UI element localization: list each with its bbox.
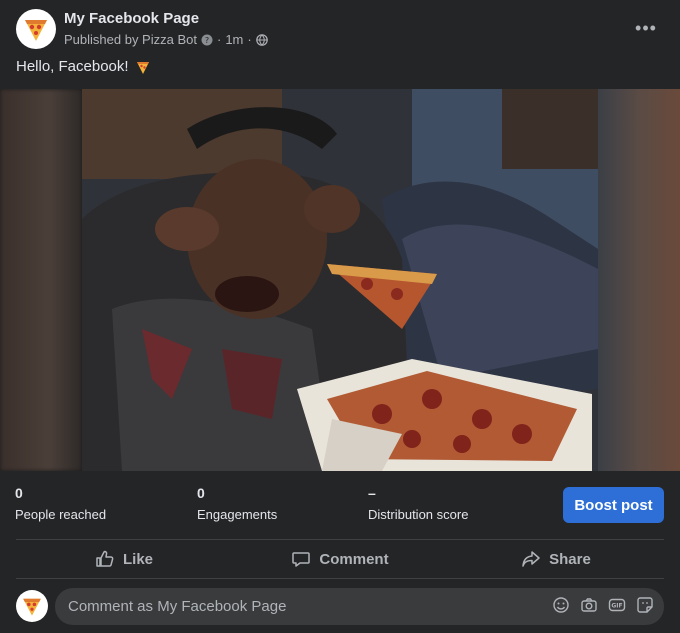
comment-label: Comment <box>319 550 389 568</box>
like-label: Like <box>122 550 153 568</box>
share-button[interactable]: Share <box>448 540 664 578</box>
sticker-icon[interactable] <box>636 596 654 614</box>
comment-composer[interactable]: GIF <box>55 588 664 625</box>
boost-post-button[interactable]: Boost post <box>563 487 664 523</box>
published-by-text: Published by Pizza Bot <box>64 32 197 47</box>
pizza-emoji-icon <box>136 61 149 74</box>
post-time[interactable]: 1m <box>225 32 243 47</box>
like-button[interactable]: Like <box>16 540 232 578</box>
distribution-score-value: – <box>368 485 376 501</box>
camera-icon[interactable] <box>580 596 598 614</box>
comment-icon <box>292 552 311 567</box>
comment-button[interactable]: Comment <box>232 540 448 578</box>
distribution-score-label: Distribution score <box>368 507 469 522</box>
post-message: Hello, Facebook! <box>16 58 129 75</box>
engagements-label: Engagements <box>197 507 278 522</box>
commenter-avatar[interactable] <box>16 590 48 622</box>
meta-separator: · <box>216 32 222 47</box>
share-label: Share <box>549 550 591 568</box>
media-blur-right <box>598 89 680 471</box>
emoji-icon[interactable] <box>552 596 570 614</box>
svg-text:?: ? <box>205 36 209 45</box>
help-icon[interactable]: ? <box>201 34 213 46</box>
engagements-stat[interactable]: 0 Engagements <box>197 485 277 522</box>
pizza-icon <box>25 20 47 41</box>
distribution-score-stat[interactable]: – Distribution score <box>368 485 468 522</box>
svg-text:GIF: GIF <box>611 603 622 610</box>
comment-input[interactable] <box>66 597 530 616</box>
engagements-value: 0 <box>197 485 205 501</box>
people-reached-stat[interactable]: 0 People reached <box>15 485 106 522</box>
post-meta: Published by Pizza Bot ? · 1m · <box>64 32 268 47</box>
media-blur-left <box>0 89 82 471</box>
page-avatar[interactable] <box>16 9 56 49</box>
post-media[interactable] <box>0 89 680 471</box>
share-icon <box>522 551 540 567</box>
divider <box>16 578 664 579</box>
people-reached-value: 0 <box>15 485 23 501</box>
more-options-button[interactable]: ••• <box>632 14 660 42</box>
comment-tools: GIF <box>552 596 654 614</box>
globe-icon[interactable] <box>255 33 268 46</box>
meta-separator: · <box>247 32 252 47</box>
people-reached-label: People reached <box>15 507 107 522</box>
post-insights-bar: 0 People reached 0 Engagements – Distrib… <box>0 471 680 539</box>
page-name-link[interactable]: My Facebook Page <box>64 10 199 27</box>
post-actions: Like Comment Share <box>16 540 664 578</box>
post-photo[interactable] <box>82 89 598 471</box>
post-text: Hello, Facebook! <box>16 58 151 75</box>
gif-icon[interactable]: GIF <box>608 596 626 614</box>
pizza-icon <box>23 598 41 616</box>
thumbs-up-icon <box>96 550 114 567</box>
